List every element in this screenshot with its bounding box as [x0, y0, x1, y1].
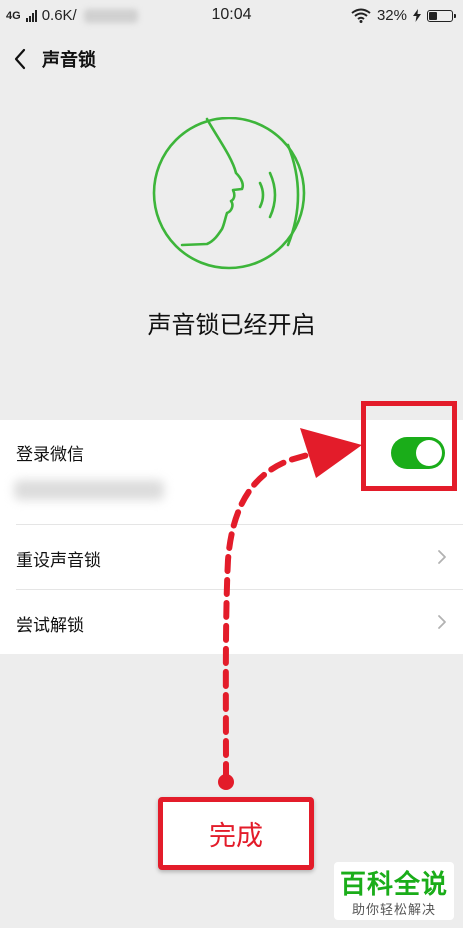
status-title: 声音锁已经开启 — [147, 311, 316, 339]
toggle-highlight-box — [361, 401, 457, 491]
watermark-title: 百科全说 — [339, 870, 448, 900]
status-right: 32% — [351, 7, 456, 24]
voice-face-icon — [152, 117, 306, 270]
battery-icon — [427, 9, 456, 22]
reset-voice-lock-label: 重设声音锁 — [16, 551, 101, 571]
battery-percent: 32% — [376, 7, 407, 24]
wifi-icon — [351, 8, 371, 23]
status-bar: 4G 0.6K/ 10:04 32% — [0, 0, 463, 32]
watermark: 百科全说 助你轻松解决 — [334, 862, 454, 920]
chevron-right-icon — [438, 615, 446, 629]
battery-level — [429, 11, 437, 20]
back-arrow-icon[interactable] — [10, 46, 30, 72]
chevron-right-icon — [438, 550, 446, 564]
blurred-account-info — [14, 480, 164, 500]
nav-bar: 声音锁 — [0, 32, 463, 86]
watermark-subtitle: 助你轻松解决 — [351, 903, 436, 918]
done-annotation-label: 完成 — [158, 797, 314, 870]
page-title: 声音锁 — [42, 50, 96, 71]
login-wechat-label: 登录微信 — [16, 445, 84, 465]
charging-icon — [413, 9, 421, 22]
try-unlock-label: 尝试解锁 — [16, 616, 84, 636]
reset-voice-lock-row[interactable]: 重设声音锁 — [0, 525, 463, 589]
try-unlock-row[interactable]: 尝试解锁 — [0, 590, 463, 654]
